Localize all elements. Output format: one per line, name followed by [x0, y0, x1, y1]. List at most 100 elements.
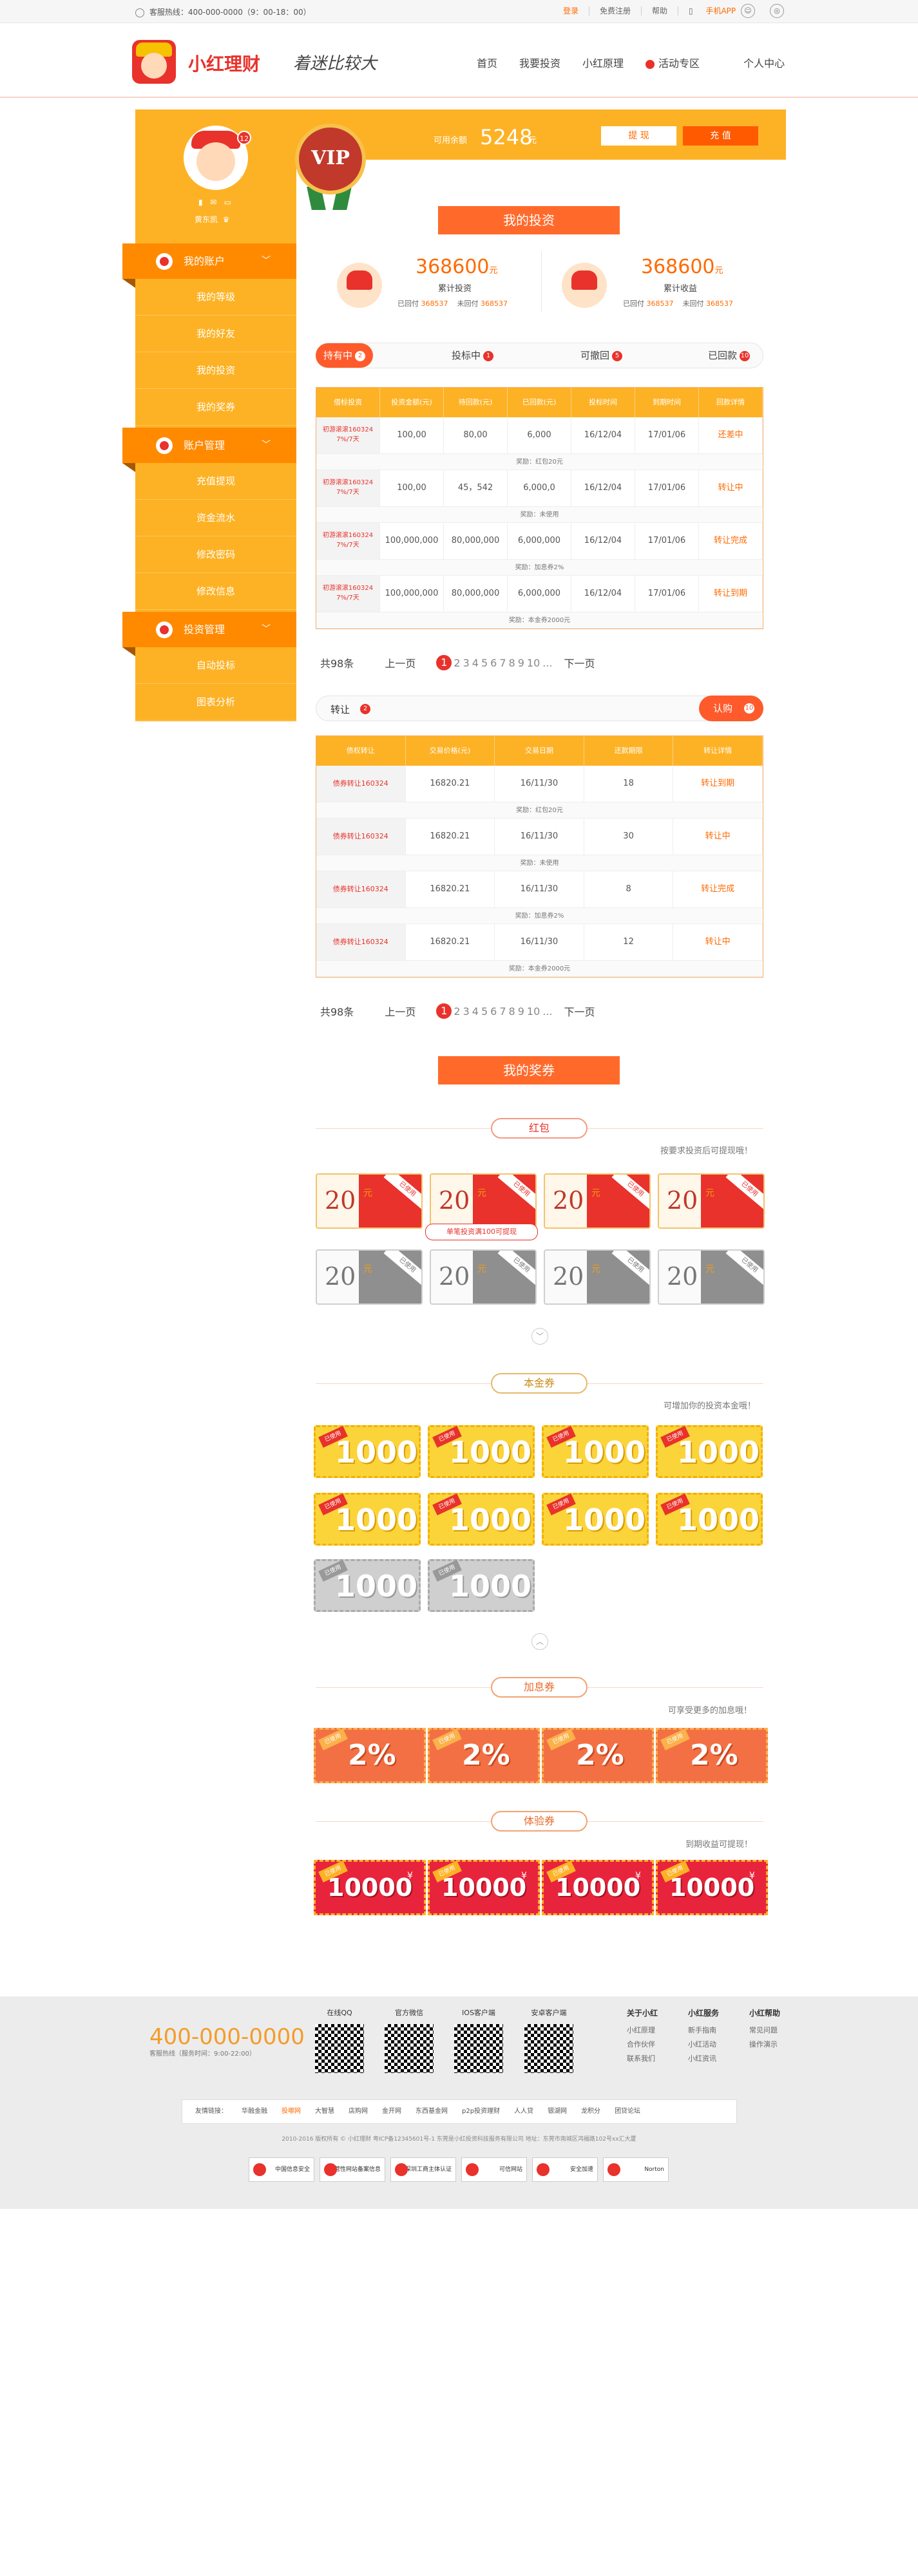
page-number[interactable]: 4	[472, 657, 479, 669]
sidebar-item-my-invest[interactable]: 我的投资	[135, 352, 296, 389]
status-link[interactable]: 转让中	[673, 819, 763, 855]
login-link[interactable]: 登录	[553, 6, 589, 15]
logo-mascot-icon[interactable]	[132, 40, 176, 84]
friend-link[interactable]: 团贷论坛	[615, 2100, 640, 2123]
expand-down-icon[interactable]: ﹀	[531, 1328, 548, 1345]
transfer-name[interactable]: 债券转让160324	[316, 819, 406, 855]
red-packet-coupon[interactable]: 20 元 已使用	[658, 1173, 765, 1229]
transfer-name[interactable]: 债券转让160324	[316, 766, 406, 802]
red-packet-coupon[interactable]: 20 元 已使用	[316, 1249, 423, 1305]
bid-name[interactable]: 初游滚滚160324 7%/7天	[316, 417, 380, 453]
friend-link[interactable]: 华融金融	[242, 2100, 267, 2123]
sidebar-item-info[interactable]: 修改信息	[135, 573, 296, 610]
footer-link[interactable]: 小红原理	[627, 2023, 658, 2038]
footer-link[interactable]: 联系我们	[627, 2052, 658, 2066]
page-number[interactable]: 9	[518, 657, 524, 669]
qr-qq[interactable]: 在线QQ	[315, 2007, 364, 2073]
menu-invest-manage[interactable]: 投资管理 ﹀	[122, 612, 296, 656]
page-number[interactable]: 9	[518, 1005, 524, 1018]
page-number[interactable]: 3	[463, 657, 470, 669]
status-link[interactable]: 转让中	[699, 470, 763, 506]
status-link[interactable]: 转让中	[673, 924, 763, 960]
page-number[interactable]: 3	[463, 1005, 470, 1018]
next-page-button[interactable]: 下一页	[564, 1003, 595, 1019]
weibo-icon[interactable]: ◎	[770, 4, 784, 18]
footer-link[interactable]: 常见问题	[749, 2023, 780, 2038]
email-verified-icon[interactable]: ✉	[210, 198, 216, 207]
principal-coupon[interactable]: 已使用 1000	[542, 1493, 649, 1546]
interest-coupon[interactable]: 已使用 2%	[542, 1728, 654, 1783]
transfer-name[interactable]: 债券转让160324	[316, 871, 406, 907]
certificate-badge[interactable]: 深圳工商主体认证	[390, 2157, 456, 2182]
page-number[interactable]: 10	[527, 657, 540, 669]
trial-coupon[interactable]: 已使用 10000 ¥	[542, 1860, 654, 1915]
qr-ios[interactable]: IOS客户端	[454, 2007, 503, 2073]
sidebar-item-chart[interactable]: 图表分析	[135, 684, 296, 721]
interest-coupon[interactable]: 已使用 2%	[428, 1728, 540, 1783]
menu-my-account[interactable]: 我的账户 ﹀	[122, 243, 296, 288]
red-packet-coupon[interactable]: 20 元 已使用	[658, 1249, 765, 1305]
certificate-badge[interactable]: 中国信息安全	[249, 2157, 314, 2182]
bid-name[interactable]: 初游滚滚160324 7%/7天	[316, 470, 380, 506]
subscribe-button[interactable]: 认购 10	[699, 696, 763, 721]
principal-coupon-used[interactable]: 已使用 1000	[314, 1559, 421, 1612]
sidebar-item-my-coupons[interactable]: 我的奖券	[135, 389, 296, 426]
certificate-badge[interactable]: 安全加速	[532, 2157, 598, 2182]
footer-link[interactable]: 小红活动	[688, 2038, 719, 2052]
footer-link[interactable]: 合作伙伴	[627, 2038, 658, 2052]
friend-link[interactable]: 东西基金网	[416, 2100, 448, 2123]
principal-coupon-used[interactable]: 已使用 1000	[428, 1559, 535, 1612]
principal-coupon[interactable]: 已使用 1000	[314, 1493, 421, 1546]
help-link[interactable]: 帮助	[641, 6, 678, 15]
sidebar-item-level[interactable]: 我的等级	[135, 279, 296, 316]
footer-link[interactable]: 新手指南	[688, 2023, 719, 2038]
menu-account-manage[interactable]: 账户管理 ﹀	[122, 428, 296, 472]
page-number[interactable]: 5	[481, 657, 488, 669]
page-number[interactable]: 2	[454, 1005, 460, 1018]
nav-personal[interactable]: 个人中心	[743, 55, 785, 70]
tab-bidding[interactable]: 投标中 1	[452, 343, 494, 368]
page-number[interactable]: 7	[499, 1005, 506, 1018]
page-number[interactable]: 4	[472, 1005, 479, 1018]
red-packet-coupon[interactable]: 20 元 已使用	[430, 1249, 537, 1305]
certificate-badge[interactable]: Norton	[603, 2157, 669, 2182]
red-packet-coupon[interactable]: 20 元 已使用	[430, 1173, 537, 1229]
phone-verified-icon[interactable]: ▮	[198, 198, 203, 207]
principal-coupon[interactable]: 已使用 1000	[656, 1493, 763, 1546]
qq-icon[interactable]: ☺	[741, 4, 755, 18]
page-number[interactable]: 8	[509, 657, 515, 669]
page-number[interactable]: 6	[490, 1005, 497, 1018]
sidebar-item-friends[interactable]: 我的好友	[135, 316, 296, 352]
friend-link[interactable]: 银湖网	[548, 2100, 567, 2123]
page-number[interactable]: 8	[509, 1005, 515, 1018]
bid-name[interactable]: 初游滚滚160324 7%/7天	[316, 576, 380, 612]
trial-coupon[interactable]: 已使用 10000 ¥	[656, 1860, 768, 1915]
friend-link[interactable]: 龙积分	[581, 2100, 600, 2123]
transfer-name[interactable]: 债券转让160324	[316, 924, 406, 960]
status-link[interactable]: 转让到期	[673, 766, 763, 802]
red-packet-coupon[interactable]: 20 元 已使用	[544, 1173, 651, 1229]
page-current[interactable]: 1	[436, 1003, 452, 1019]
prev-page-button[interactable]: 上一页	[385, 1003, 416, 1019]
status-link[interactable]: 转让完成	[699, 523, 763, 559]
trial-coupon[interactable]: 已使用 10000 ¥	[428, 1860, 540, 1915]
page-number[interactable]: 7	[499, 657, 506, 669]
interest-coupon[interactable]: 已使用 2%	[656, 1728, 768, 1783]
page-number[interactable]: 5	[481, 1005, 488, 1018]
qr-wechat[interactable]: 官方微信	[385, 2007, 434, 2073]
status-link[interactable]: 转让完成	[673, 871, 763, 907]
certificate-badge[interactable]: 可信网站	[461, 2157, 527, 2182]
principal-coupon[interactable]: 已使用 1000	[656, 1425, 763, 1478]
nav-invest[interactable]: 我要投资	[519, 55, 560, 70]
page-number[interactable]: 6	[490, 657, 497, 669]
status-link[interactable]: 转让到期	[699, 576, 763, 612]
status-link[interactable]: 还差中	[699, 417, 763, 453]
friend-link[interactable]: 金开网	[382, 2100, 401, 2123]
footer-link[interactable]: 小红资讯	[688, 2052, 719, 2066]
interest-coupon[interactable]: 已使用 2%	[314, 1728, 426, 1783]
friend-link[interactable]: 人人贷	[514, 2100, 533, 2123]
principal-coupon[interactable]: 已使用 1000	[542, 1425, 649, 1478]
page-current[interactable]: 1	[436, 655, 452, 670]
footer-link[interactable]: 操作演示	[749, 2038, 780, 2052]
trial-coupon[interactable]: 已使用 10000 ¥	[314, 1860, 426, 1915]
